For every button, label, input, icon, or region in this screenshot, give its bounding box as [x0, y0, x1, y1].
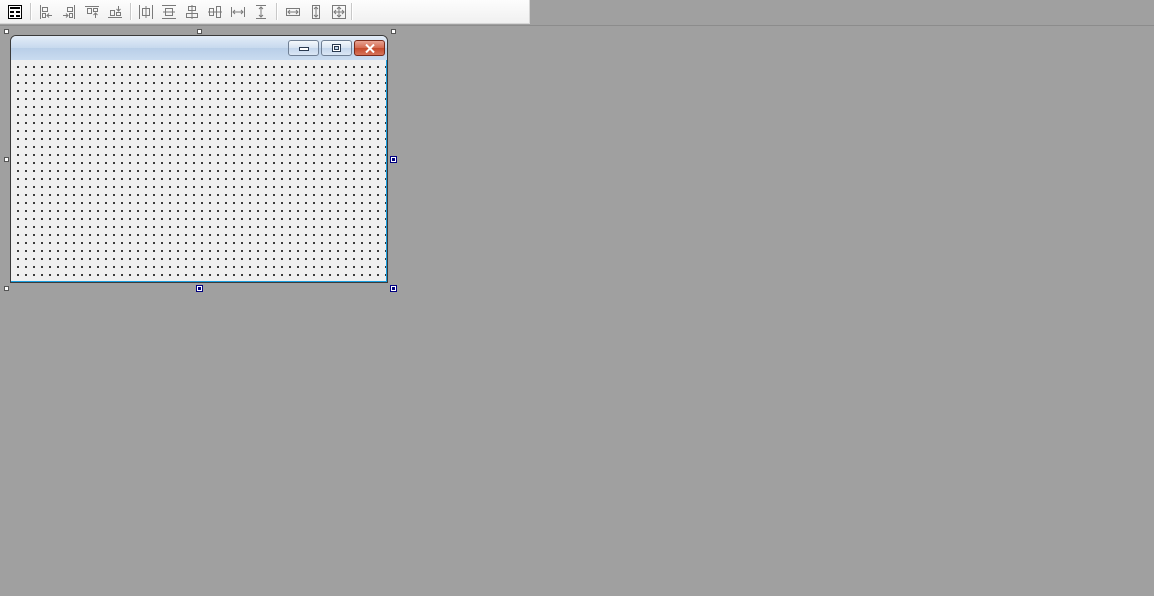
- tab-order-icon[interactable]: [5, 2, 25, 21]
- minimize-icon: [298, 47, 309, 51]
- close-icon: [364, 43, 375, 53]
- align-tops-icon[interactable]: [82, 2, 102, 21]
- toolbar-separator: [130, 3, 132, 20]
- resize-handle-bottom[interactable]: [196, 285, 203, 292]
- maximize-icon: [332, 44, 341, 52]
- resize-handle-bottom-right[interactable]: [390, 285, 397, 292]
- make-same-size-icon[interactable]: [329, 2, 349, 21]
- toolbar-separator: [276, 3, 278, 20]
- space-down-icon[interactable]: [251, 2, 271, 21]
- resize-handle-right[interactable]: [390, 156, 397, 163]
- center-horizontally-icon[interactable]: [136, 2, 156, 21]
- resize-handle-bottom-left: [4, 286, 9, 291]
- dialog-form[interactable]: [10, 35, 388, 283]
- center-vertically-icon[interactable]: [159, 2, 179, 21]
- resize-handle-left: [4, 157, 9, 162]
- dialog-editor-toolbar: [0, 0, 530, 24]
- make-same-width-icon[interactable]: [283, 2, 303, 21]
- resize-handle-top-right: [391, 29, 396, 34]
- maximize-button[interactable]: [321, 40, 352, 56]
- form-titlebar[interactable]: [11, 36, 387, 61]
- align-middles-icon[interactable]: [205, 2, 225, 21]
- align-rights-icon[interactable]: [59, 2, 79, 21]
- align-lefts-icon[interactable]: [36, 2, 56, 21]
- toolbar-separator: [30, 3, 32, 20]
- resize-handle-top: [197, 29, 202, 34]
- space-across-icon[interactable]: [228, 2, 248, 21]
- align-bottoms-icon[interactable]: [105, 2, 125, 21]
- align-centers-icon[interactable]: [182, 2, 202, 21]
- make-same-height-icon[interactable]: [306, 2, 326, 21]
- close-button[interactable]: [354, 40, 385, 56]
- toolbar-separator: [351, 3, 353, 20]
- resize-handle-top-left: [4, 29, 9, 34]
- minimize-button[interactable]: [288, 40, 319, 56]
- form-client-area-grid[interactable]: [11, 60, 387, 282]
- toolbar-strip: [0, 0, 1154, 26]
